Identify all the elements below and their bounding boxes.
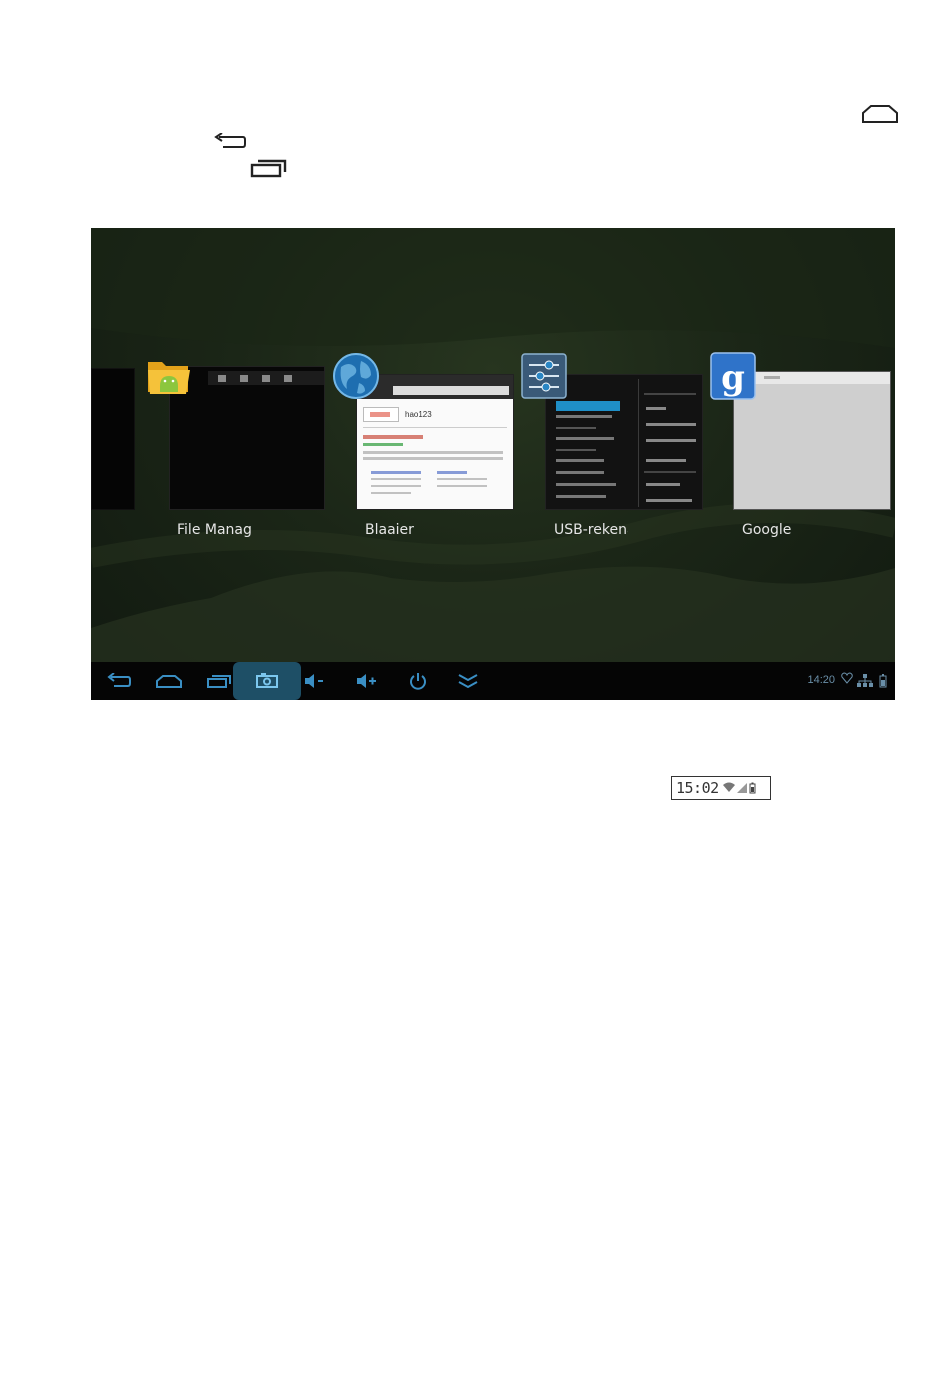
recents-icon [250,158,288,178]
expand-button[interactable] [451,662,485,700]
wifi-signal-battery-icons [722,782,756,794]
settings-sliders-icon [521,353,567,399]
screenshot-icon [256,673,278,688]
browser-search-text: hao123 [405,410,432,419]
volume-up-button[interactable] [349,662,383,700]
app-label: Blaaier [365,522,414,538]
app-thumbnail-google[interactable] [733,371,891,510]
google-g-icon: g [710,352,756,400]
network-icon [857,674,873,688]
globe-icon [331,351,381,401]
svg-text:g: g [721,358,745,398]
status-clock: 14:20 [807,674,835,686]
screenshot-button[interactable] [233,662,301,700]
power-button[interactable] [401,662,435,700]
app-label: Google [742,522,792,538]
navigation-bar: 14:20 [91,662,895,700]
status-bar-sample: 15:02 [671,776,771,800]
volume-up-icon [357,674,376,688]
home-icon [156,675,182,688]
folder-android-icon [146,356,192,396]
app-label: USB-rekena [554,522,628,538]
back-button[interactable] [99,662,139,700]
app-label: File Manage [177,522,251,538]
back-icon [213,133,247,151]
volume-down-icon [305,674,323,688]
home-button[interactable] [149,662,189,700]
volume-down-button[interactable] [297,662,331,700]
expand-icon [458,674,478,689]
recent-apps-screenshot: File Manage hao123 Blaaier [91,228,895,700]
battery-icon [879,674,887,688]
app-thumbnail-settings[interactable] [545,374,703,510]
home-icon [861,104,899,124]
back-icon [107,673,131,687]
recents-icon [207,675,231,688]
app-thumbnail-file-manager[interactable] [169,366,325,510]
notification-icon [841,672,853,684]
power-icon [410,673,426,690]
partial-card[interactable] [91,368,135,510]
status-time: 15:02 [676,779,719,797]
